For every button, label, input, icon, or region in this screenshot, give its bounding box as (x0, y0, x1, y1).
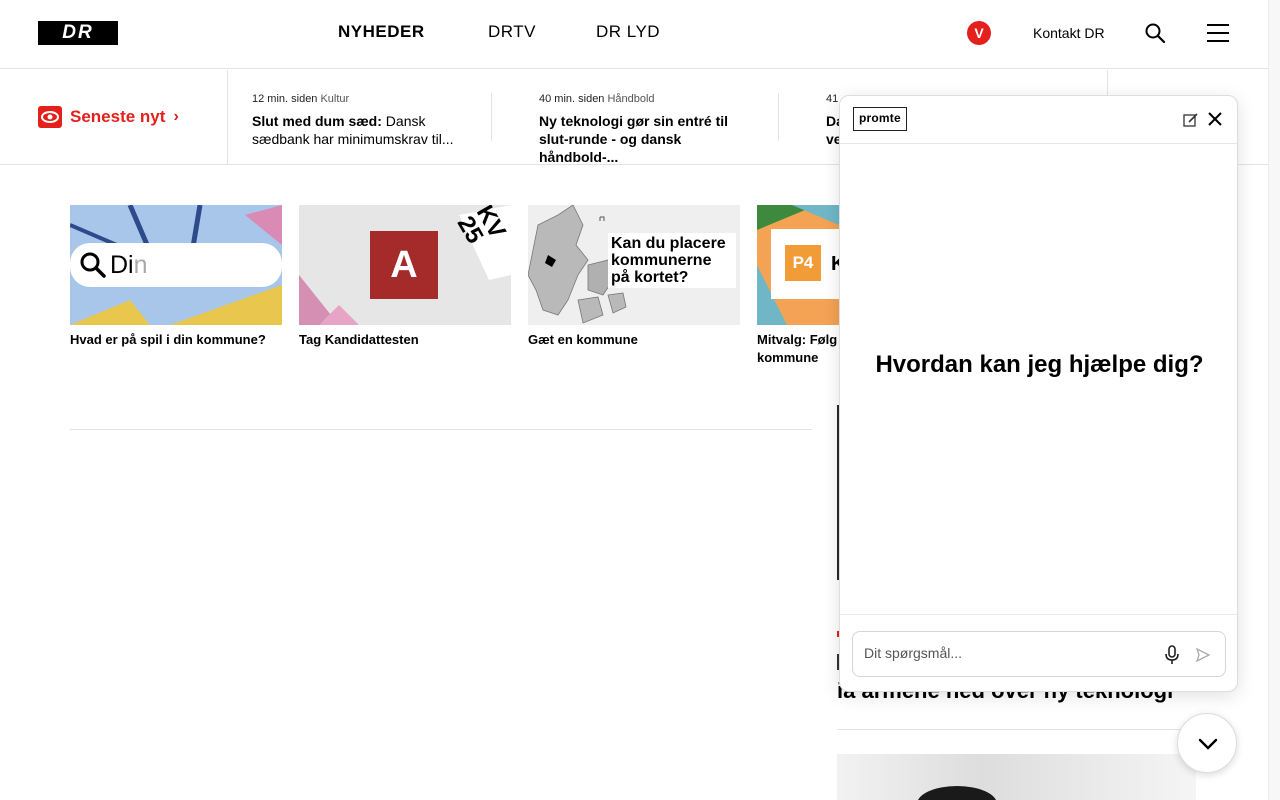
news-headline: Ny teknologi gør sin entré til slut-rund… (539, 113, 729, 165)
tile-caption: Hvad er på spil i din kommune? (70, 332, 266, 347)
section-divider (70, 429, 812, 430)
nav-drtv[interactable]: DRTV (488, 22, 536, 42)
tile-caption: Gæt en kommune (528, 332, 638, 347)
nav-dr-lyd[interactable]: DR LYD (596, 22, 660, 42)
divider (227, 70, 228, 165)
eye-icon (38, 106, 62, 128)
partial-text: K (831, 253, 839, 275)
tile-image: Din (70, 205, 282, 325)
user-avatar[interactable]: V (967, 21, 991, 45)
search-icon (80, 252, 106, 278)
chat-greeting: Hvordan kan jeg hjælpe dig? (875, 351, 1204, 378)
contact-link[interactable]: Kontakt DR (1033, 25, 1105, 41)
tile-image: A KV 25 (299, 205, 511, 325)
search-icon[interactable] (1145, 23, 1165, 43)
chat-widget: promte Hvordan kan jeg hjælpe dig? (839, 95, 1238, 692)
question-input[interactable] (864, 645, 1144, 661)
news-meta: 12 min. siden Kultur (252, 93, 350, 105)
divider (840, 614, 1237, 615)
divider (491, 93, 492, 141)
party-letter-badge: A (370, 231, 438, 299)
tile-gaet-kommune[interactable]: Kan du placere kommunerne på kortet? Gæt… (528, 205, 740, 349)
article-image (837, 754, 1196, 800)
edit-icon[interactable] (1183, 112, 1199, 128)
tile-caption: Mitvalg: Følg kommune (757, 332, 838, 365)
page-scrollbar[interactable] (1268, 0, 1280, 800)
divider (778, 93, 779, 141)
p4-logo: P4 (785, 245, 821, 281)
tile-image: Kan du placere kommunerne på kortet? (528, 205, 740, 325)
search-text: Din (110, 251, 148, 279)
latest-news-link[interactable]: Seneste nyt › (38, 106, 179, 128)
news-headline: Slut med dum sæd: Dansk sædbank har mini… (252, 113, 454, 147)
tile-caption: Tag Kandidattesten (299, 332, 419, 347)
section-divider (837, 729, 1196, 730)
news-item[interactable]: 40 min. siden Håndbold Ny teknologi gør s… (539, 90, 759, 166)
microphone-icon[interactable] (1163, 645, 1181, 665)
tile-mitvalg[interactable]: P4 K Mitvalg: Følg kommune (757, 205, 839, 367)
tile-kommune[interactable]: Din Hvad er på spil i din kommune? (70, 205, 282, 349)
chat-header: promte (840, 96, 1237, 144)
person-photo (918, 786, 996, 800)
send-icon[interactable] (1195, 647, 1211, 663)
chat-input-box[interactable] (852, 631, 1226, 677)
scroll-down-button[interactable] (1177, 713, 1237, 773)
tile-kandidattest[interactable]: A KV 25 Tag Kandidattesten (299, 205, 511, 349)
map-overlay-text: Kan du placere kommunerne på kortet? (608, 233, 736, 288)
news-item[interactable]: 12 min. siden Kultur Slut med dum sæd: Da… (252, 90, 482, 148)
tile-image: P4 K (757, 205, 839, 325)
news-meta: 40 min. siden Håndbold (539, 93, 655, 105)
latest-news-label: Seneste nyt (70, 107, 166, 126)
chevron-down-icon (1198, 738, 1218, 750)
nav-nyheder[interactable]: NYHEDER (338, 22, 425, 42)
dr-logo[interactable]: DR (38, 21, 118, 45)
hamburger-menu-icon[interactable] (1207, 24, 1229, 42)
chevron-right-icon: › (173, 108, 179, 125)
top-navigation: DR NYHEDER DRTV DR LYD V Kontakt DR (0, 0, 1268, 69)
close-icon[interactable] (1208, 112, 1222, 126)
chat-brand-logo: promte (853, 107, 907, 131)
